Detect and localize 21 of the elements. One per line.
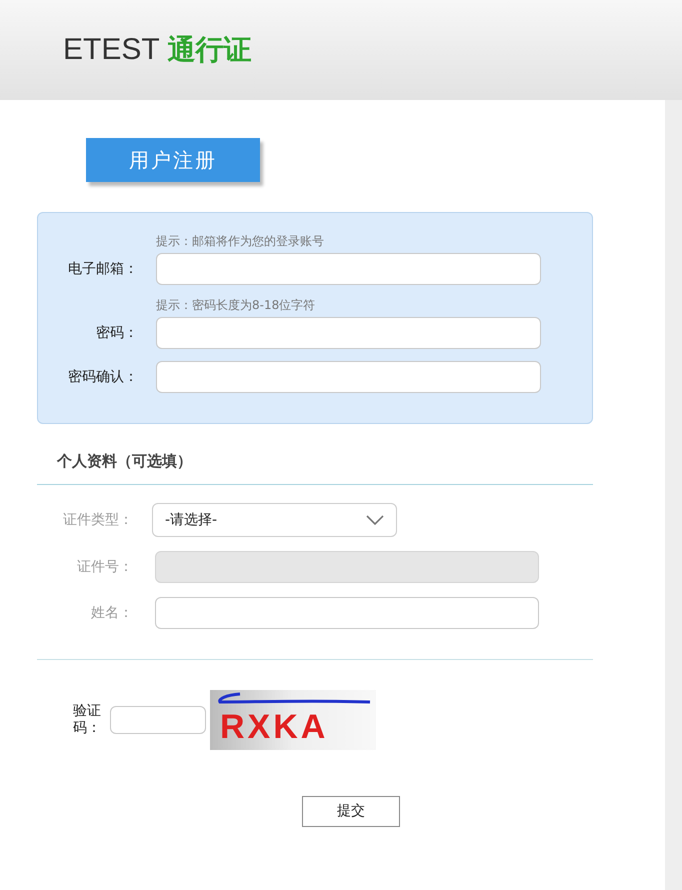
field-label: 密码确认： — [67, 368, 139, 386]
hint-text: 提示：密码长度为8-18位字符 — [156, 297, 316, 313]
field-label: 验证码： — [73, 703, 102, 737]
field-label: 证件类型： — [62, 510, 134, 530]
input-field[interactable] — [156, 361, 541, 393]
field-label: 姓名： — [90, 604, 134, 622]
section-title: 个人资料（可选填） — [56, 451, 193, 472]
id-type-dropdown[interactable]: -请选择- — [152, 503, 397, 537]
field-label: 密码： — [95, 324, 139, 342]
captcha-image: RXKA — [210, 690, 376, 750]
input-field[interactable] — [156, 253, 541, 285]
captcha-field[interactable] — [110, 706, 206, 734]
hint-text: 提示：邮箱将作为您的登录账号 — [156, 233, 325, 249]
product-name: 通行证 — [168, 36, 252, 64]
field-label: 电子邮箱： — [67, 260, 139, 278]
brand-name: ETEST — [63, 35, 160, 65]
input-field[interactable] — [155, 597, 539, 629]
input-field[interactable] — [156, 317, 541, 349]
chevron-down-icon — [366, 515, 384, 525]
field-label: 证件号： — [76, 558, 134, 576]
submit-button[interactable]: 提交 — [302, 796, 400, 827]
